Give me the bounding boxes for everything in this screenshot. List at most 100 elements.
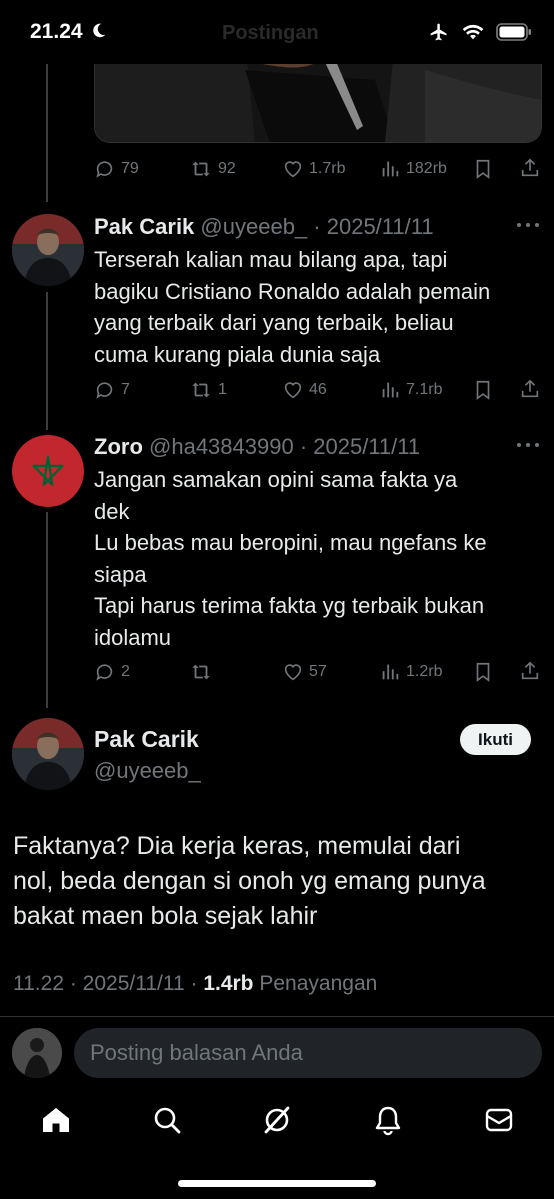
retweet-icon (192, 382, 210, 398)
tweet-date: · 2025/11/11 (299, 434, 421, 459)
tweet-line: bagiku Cristiano Ronaldo adalah pemain (94, 278, 491, 304)
main-post-avatar[interactable] (12, 718, 84, 790)
author-handle[interactable]: @ha43843990 (149, 434, 294, 459)
share-icon[interactable] (519, 378, 541, 400)
views-icon (382, 664, 399, 680)
reply-count: 79 (121, 160, 139, 177)
tweet-line: cuma kurang piala dunia saja (94, 341, 381, 367)
heart-icon (284, 161, 302, 178)
more-options-icon[interactable] (516, 222, 540, 228)
main-post-line: Faktanya? Dia kerja keras, memulai dari (13, 832, 461, 860)
reply-icon (96, 664, 113, 681)
views-count: 182rb (406, 160, 447, 177)
status-icons (428, 22, 532, 42)
reply-button[interactable]: 79 (94, 157, 139, 181)
follow-button[interactable]: Ikuti (460, 724, 531, 755)
page-title: Postingan (222, 22, 319, 44)
share-icon[interactable] (519, 660, 541, 682)
current-user-avatar (12, 1028, 62, 1078)
views-count: 7.1rb (406, 381, 443, 398)
tweet-text: Jangan samakan opini sama fakta ya dek L… (94, 464, 534, 653)
views-button[interactable]: 1.2rb (379, 660, 442, 684)
avatar-photo (12, 214, 84, 286)
main-post-line: bakat maen bola sejak lahir (13, 902, 318, 930)
notifications-icon[interactable] (372, 1104, 404, 1136)
tweet-line: yang terbaik dari yang terbaik, beliau (94, 310, 454, 335)
retweet-icon (192, 161, 210, 177)
retweet-count: 1 (218, 381, 227, 398)
bottom-tab-bar (0, 1096, 554, 1146)
reply-icon (96, 382, 113, 399)
tweet-header: Zoro @ha43843990 · 2025/11/11 (94, 434, 420, 460)
like-count: 57 (309, 663, 327, 680)
reply-button[interactable]: 7 (94, 378, 130, 402)
reply-count: 2 (121, 663, 130, 680)
status-bar: 21.24 Postingan (0, 0, 554, 64)
airplane-icon (430, 23, 447, 41)
tweet-actions: 7 1 46 7.1rb (94, 378, 542, 402)
bookmark-icon[interactable] (472, 379, 494, 401)
author-handle[interactable]: @uyeeeb_ (200, 214, 307, 239)
wifi-icon (462, 24, 484, 40)
views-count: 1.2rb (406, 663, 443, 680)
reply-icon (96, 161, 113, 178)
reply-count: 7 (121, 381, 130, 398)
messages-icon[interactable] (483, 1104, 515, 1136)
avatar-photo (12, 718, 84, 790)
bookmark-icon[interactable] (472, 661, 494, 683)
more-options-icon[interactable] (516, 442, 540, 448)
status-time: 21.24 (30, 20, 83, 43)
avatar-photo (12, 1028, 62, 1078)
main-post-author-name[interactable]: Pak Carik (94, 726, 199, 753)
tweet-line: Lu bebas mau beropini, mau ngefans ke (94, 530, 487, 555)
like-count: 1.7rb (309, 160, 346, 177)
views-button[interactable]: 7.1rb (379, 378, 442, 402)
reply-button[interactable]: 2 (94, 660, 130, 684)
main-post-author-handle[interactable]: @uyeeeb_ (94, 758, 201, 784)
retweet-button[interactable]: 1 (189, 378, 227, 402)
grok-icon[interactable] (261, 1104, 293, 1136)
heart-icon (284, 664, 302, 681)
retweet-button[interactable] (189, 660, 218, 684)
battery-icon (496, 23, 531, 41)
retweet-count: 92 (218, 160, 236, 177)
retweet-button[interactable]: 92 (189, 157, 236, 181)
views-icon (382, 382, 399, 398)
views-total[interactable]: 1.4rb (203, 972, 253, 995)
share-icon[interactable] (519, 157, 541, 179)
main-post-line: nol, beda dengan si onoh yg emang punya (13, 867, 486, 895)
tweet-header: Pak Carik @uyeeeb_ · 2025/11/11 (94, 214, 434, 240)
tweet-line: dek (94, 498, 130, 524)
heart-icon (284, 382, 302, 399)
home-indicator (178, 1180, 376, 1187)
tweet-line: Terserah kalian mau bilang apa, tapi (94, 247, 448, 272)
post-timestamp: 11.22 · 2025/11/11 · (13, 972, 198, 995)
tweet-line: idolamu (94, 624, 172, 650)
avatar[interactable] (12, 435, 84, 507)
views-button[interactable]: 182rb (379, 157, 447, 181)
star-icon (32, 455, 64, 486)
author-name[interactable]: Pak Carik (94, 214, 194, 239)
views-label: Penayangan (259, 972, 378, 995)
main-post-text: Faktanya? Dia kerja keras, memulai dari … (13, 829, 533, 934)
thread-line (46, 512, 48, 708)
tweet-text: Terserah kalian mau bilang apa, tapi bag… (94, 244, 534, 370)
reply-input[interactable] (74, 1028, 542, 1078)
like-button[interactable]: 57 (282, 660, 327, 684)
bookmark-icon[interactable] (472, 158, 494, 180)
avatar[interactable] (12, 214, 84, 286)
tweet-date: · 2025/11/11 (313, 214, 434, 239)
tweet-line: Tapi harus terima fakta yg terbaik bukan (94, 593, 485, 618)
search-icon[interactable] (151, 1104, 183, 1136)
like-button[interactable]: 46 (282, 378, 327, 402)
views-icon (382, 161, 399, 177)
post-meta: 11.22 · 2025/11/11 · 1.4rb Penayangan (13, 972, 377, 996)
tweet-actions: 79 92 1.7rb 182rb (94, 157, 542, 181)
moon-icon (93, 23, 106, 38)
author-name[interactable]: Zoro (94, 434, 143, 459)
home-icon[interactable] (40, 1104, 72, 1136)
thread-line (46, 292, 48, 430)
like-button[interactable]: 1.7rb (282, 157, 345, 181)
divider (0, 1016, 554, 1017)
tweet-actions: 2 57 1.2rb (94, 660, 542, 684)
